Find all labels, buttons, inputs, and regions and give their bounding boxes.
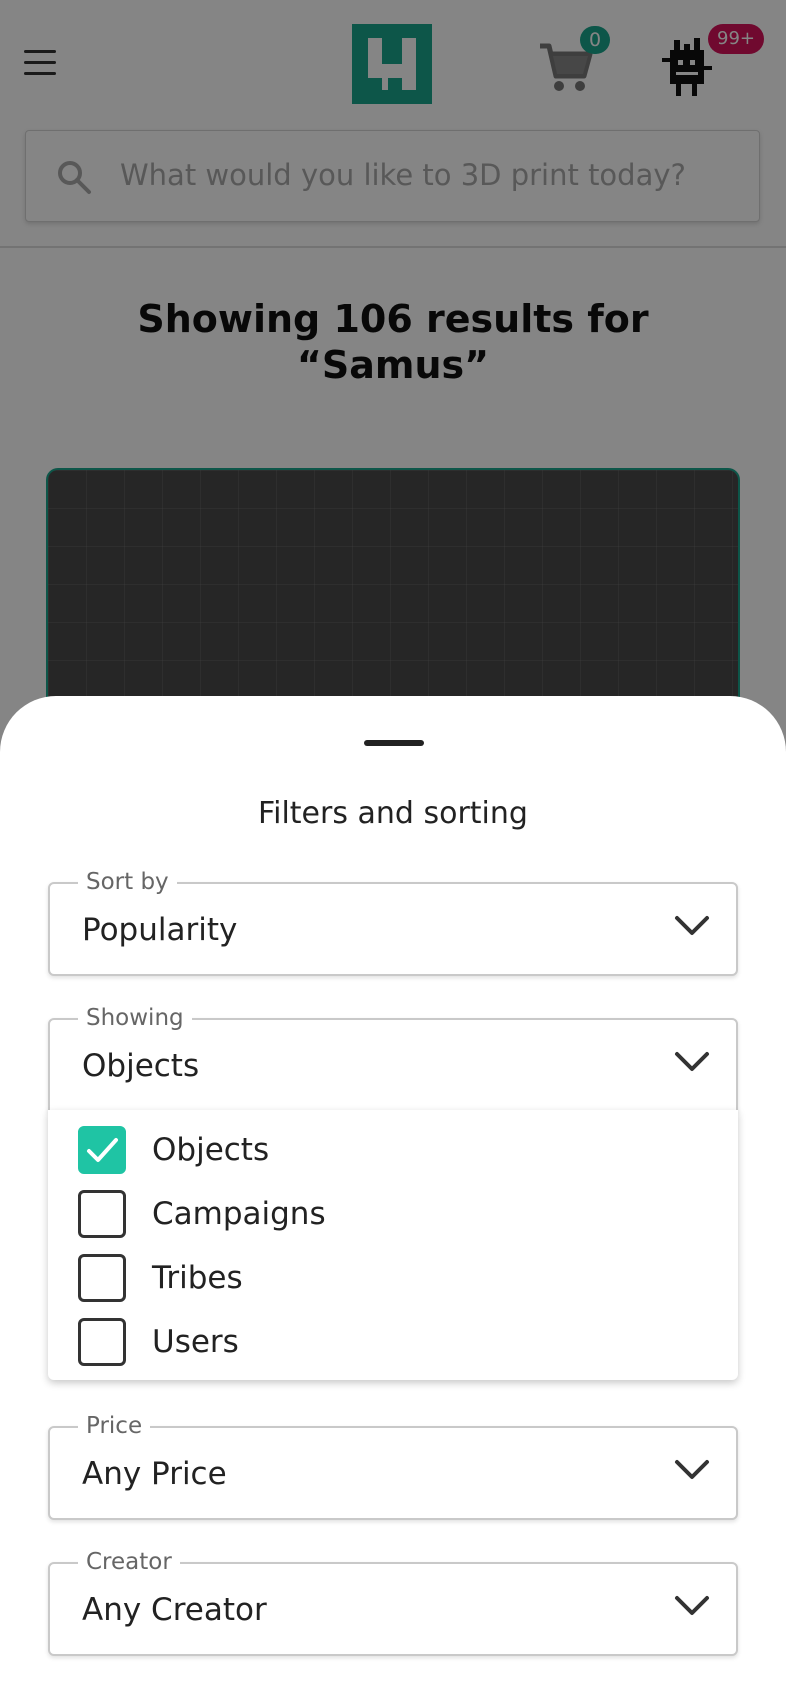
option-label: Campaigns [152,1196,326,1232]
creator-label: Creator [78,1548,180,1576]
showing-value: Objects [82,1048,200,1084]
chevron-down-icon [675,916,709,935]
objects-checkbox[interactable] [78,1126,126,1174]
option-label: Users [152,1324,239,1360]
showing-label: Showing [78,1004,192,1032]
sheet-title: Filters and sorting [258,796,528,831]
sort-by-label: Sort by [78,868,177,896]
price-value: Any Price [82,1456,227,1492]
price-label: Price [78,1412,151,1440]
campaigns-checkbox[interactable] [78,1190,126,1238]
chevron-down-icon [675,1460,709,1479]
showing-options-menu: Objects Campaigns Tribes Users [48,1110,738,1380]
option-label: Tribes [152,1260,243,1296]
filters-sheet: Filters and sorting Sort by Popularity S… [0,696,786,1704]
drag-handle[interactable] [364,740,424,746]
chevron-down-icon [675,1596,709,1615]
creator-select[interactable]: Creator Any Creator [48,1548,738,1656]
sort-by-value: Popularity [82,912,238,948]
chevron-down-icon [675,1052,709,1071]
option-objects[interactable]: Objects [78,1124,718,1174]
option-users[interactable]: Users [78,1316,718,1366]
check-icon [87,1138,118,1162]
sort-by-select[interactable]: Sort by Popularity [48,868,738,976]
option-campaigns[interactable]: Campaigns [78,1188,718,1238]
users-checkbox[interactable] [78,1318,126,1366]
creator-value: Any Creator [82,1592,267,1628]
tribes-checkbox[interactable] [78,1254,126,1302]
option-label: Objects [152,1132,270,1168]
price-select[interactable]: Price Any Price [48,1412,738,1520]
option-tribes[interactable]: Tribes [78,1252,718,1302]
showing-select[interactable]: Showing Objects [48,1004,738,1112]
